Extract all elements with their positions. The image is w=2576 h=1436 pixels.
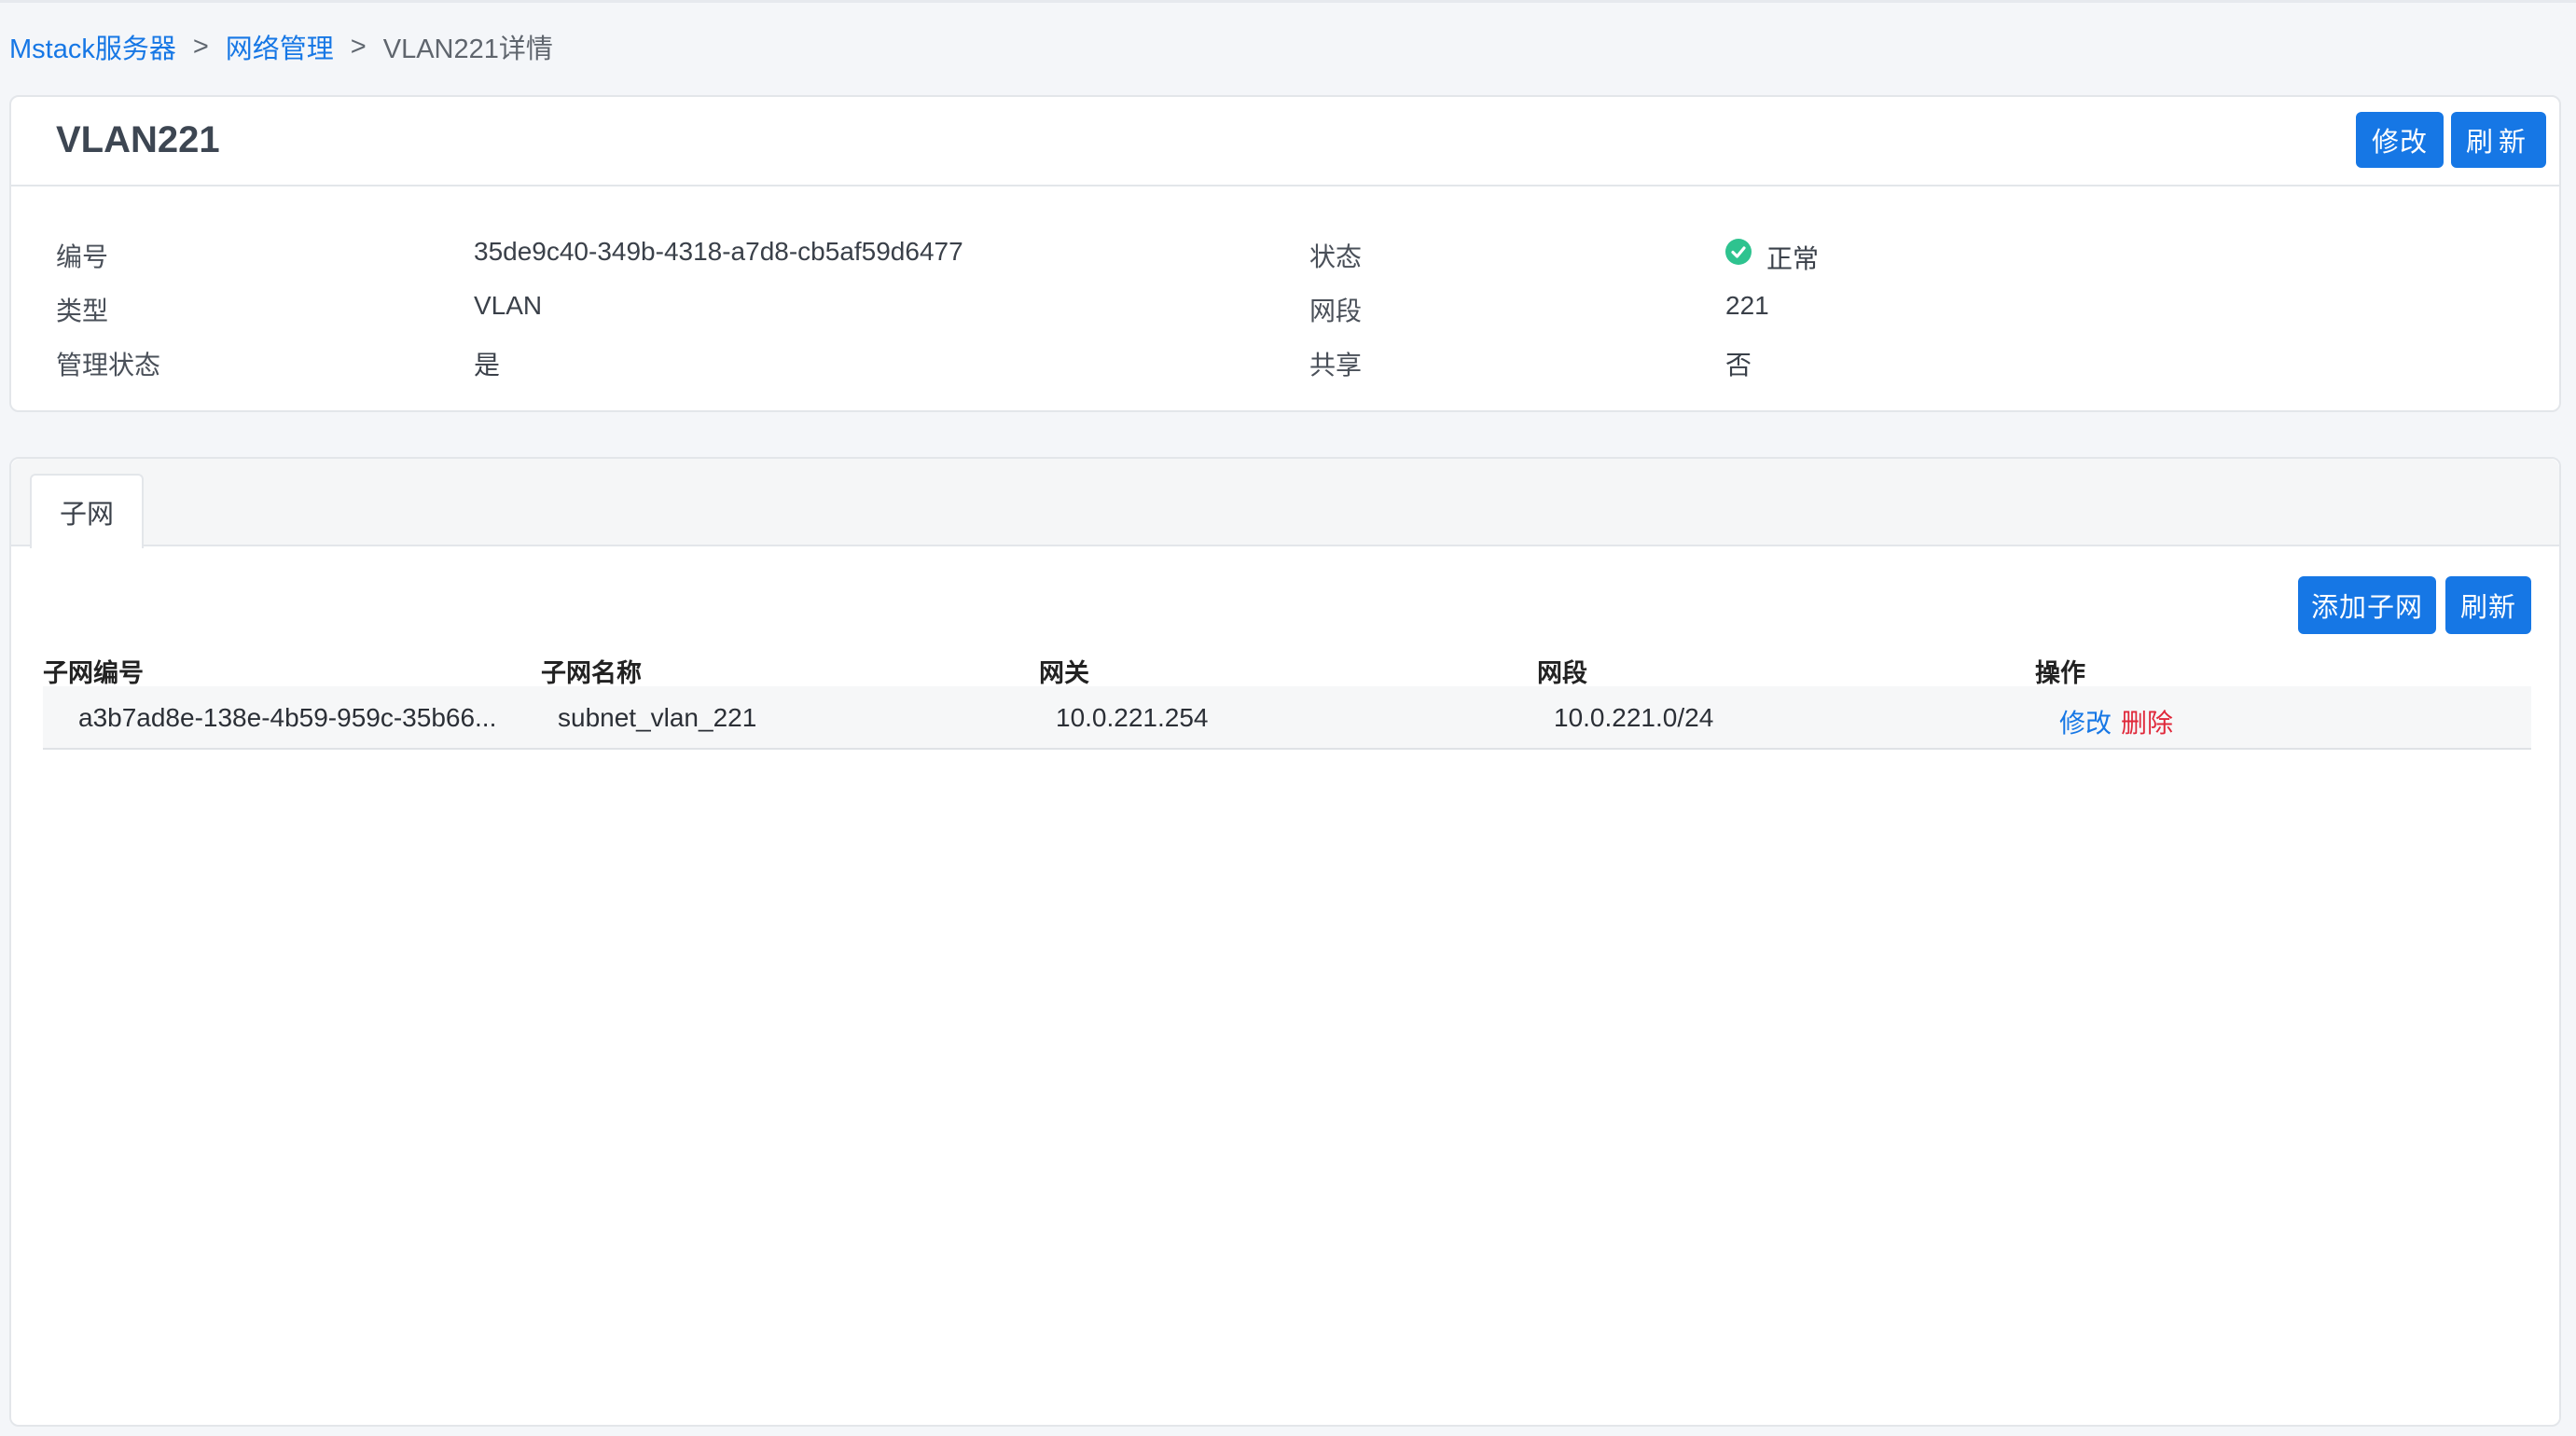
add-subnet-button[interactable]: 添加子网 [2298,576,2436,634]
column-header-subnet-name: 子网名称 [541,659,642,687]
page-title: VLAN221 [56,119,220,160]
breadcrumb: Mstack服务器 > 网络管理 > VLAN221详情 [9,26,553,67]
subnet-name-cell: subnet_vlan_221 [558,703,757,732]
breadcrumb-separator: > [192,31,209,62]
shared-value: 否 [1725,351,1752,380]
edit-button[interactable]: 修改 [2356,112,2444,168]
status-value: 正常 [1766,244,1820,273]
subnet-tab-panel: 子网 添加子网 刷新 子网编号 子网名称 网关 网段 操作 a3b7ad8e-1… [9,457,2561,1427]
column-header-subnet-id: 子网编号 [43,659,144,687]
id-label: 编号 [56,242,109,271]
type-value: VLAN [474,291,543,320]
cidr-cell: 10.0.221.0/24 [1554,703,1714,732]
tab-bar: 子网 [11,459,2559,548]
actions-cell: 修改 删除 [2059,703,2173,740]
subnet-refresh-button[interactable]: 刷新 [2445,576,2531,634]
status-label: 状态 [1309,242,1363,271]
refresh-button[interactable]: 刷新 [2451,112,2546,168]
gateway-cell: 10.0.221.254 [1056,703,1209,732]
row-delete-link[interactable]: 删除 [2121,709,2173,738]
column-header-actions: 操作 [2035,659,2085,687]
column-header-gateway: 网关 [1039,659,1089,687]
subnet-id-cell: a3b7ad8e-138e-4b59-959c-35b66... [78,703,497,732]
segment-label: 网段 [1309,297,1363,325]
breadcrumb-network-link[interactable]: 网络管理 [226,27,334,66]
check-circle-icon [1725,239,1752,265]
info-card-header: VLAN221 修改 刷新 [11,97,2559,186]
network-info-card: VLAN221 修改 刷新 编号 35de9c40-349b-4318-a7d8… [9,95,2561,412]
column-header-cidr: 网段 [1537,659,1587,687]
top-border [0,0,2576,3]
breadcrumb-current: VLAN221详情 [382,35,553,64]
tab-subnet[interactable]: 子网 [30,474,144,548]
table-row: a3b7ad8e-138e-4b59-959c-35b66... subnet_… [43,686,2531,750]
shared-label: 共享 [1309,351,1363,380]
admin-state-label: 管理状态 [56,351,161,380]
type-label: 类型 [56,297,109,325]
breadcrumb-separator: > [350,31,367,62]
id-value: 35de9c40-349b-4318-a7d8-cb5af59d6477 [474,237,963,266]
row-edit-link[interactable]: 修改 [2059,709,2112,738]
segment-value: 221 [1725,291,1769,320]
admin-state-value: 是 [474,351,501,380]
breadcrumb-root-link[interactable]: Mstack服务器 [9,27,176,66]
